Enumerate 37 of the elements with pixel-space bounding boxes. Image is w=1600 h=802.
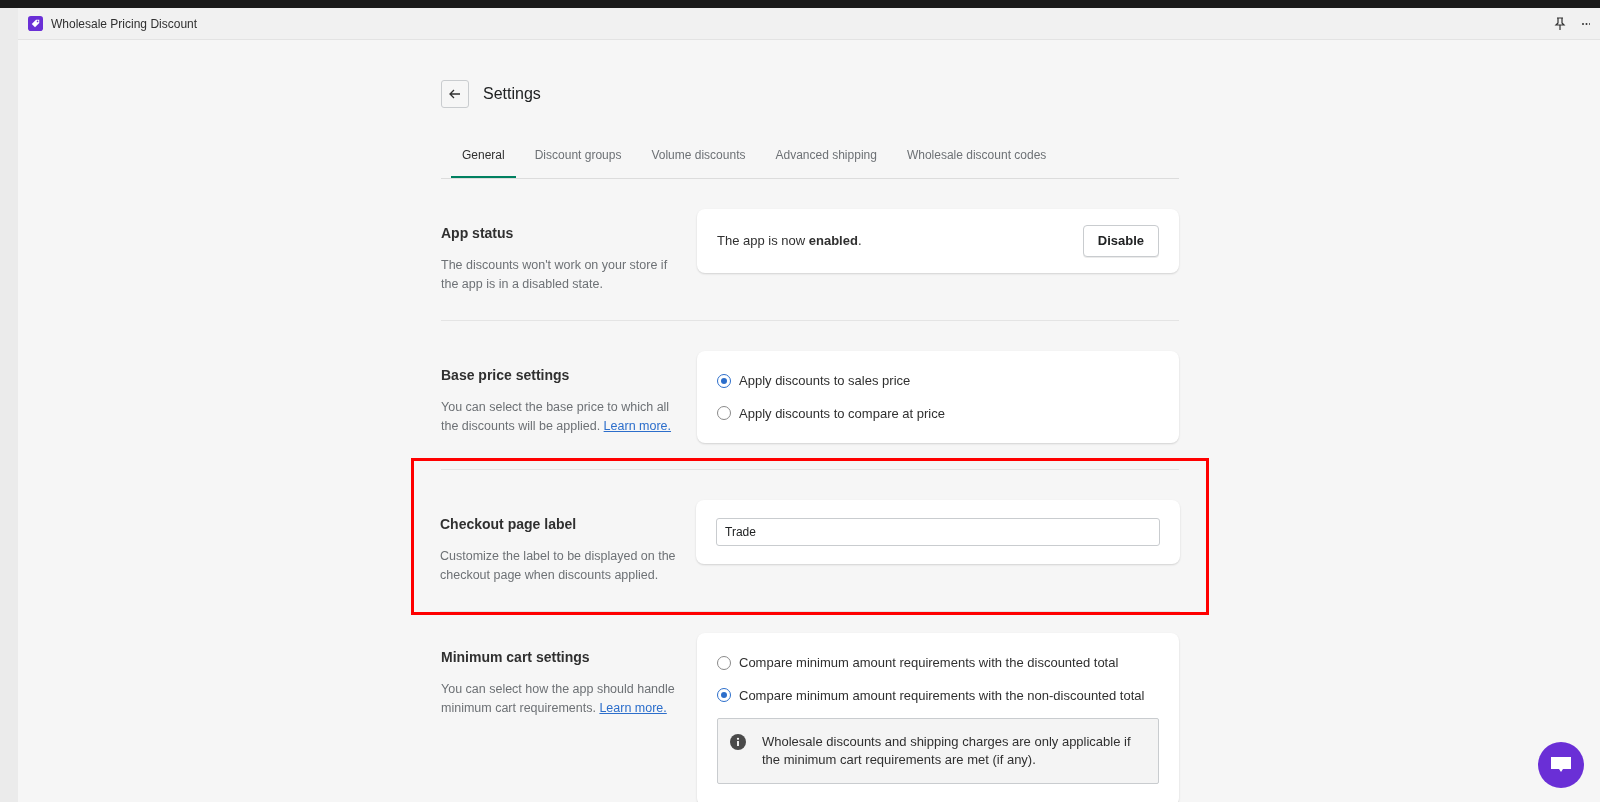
info-icon (730, 734, 746, 750)
section-description: You can select the base price to which all the discounts will be applied. Learn more. (441, 399, 672, 435)
app-title: Wholesale Pricing Discount (51, 15, 198, 33)
radio-button[interactable] (717, 373, 731, 388)
tag-logo-icon (28, 16, 43, 31)
radio-button[interactable] (717, 655, 731, 670)
info-text: Wholesale discounts and shipping charges are only applicable if the minimum cart requirements are met (if any). (762, 733, 1132, 769)
disable-button[interactable]: Disable (1082, 225, 1159, 257)
tab[interactable]: Advanced shipping (764, 140, 888, 178)
page-title: Settings (483, 84, 541, 104)
section-title: App status (441, 224, 515, 243)
learn-more-link[interactable]: Learn more. (603, 419, 671, 433)
learn-more-link[interactable]: Learn more. (599, 701, 667, 715)
section-title: Minimum cart settings (441, 648, 591, 667)
tab[interactable]: Discount groups (523, 140, 633, 178)
radio-button[interactable] (717, 688, 731, 703)
back-arrow-icon (449, 89, 461, 99)
radio-option[interactable]: Apply discounts to compare at price (717, 403, 1159, 423)
label-input-field[interactable]: Trade (716, 518, 1160, 546)
chat-bubble-icon (1550, 756, 1572, 774)
status-text: The app is now enabled. (717, 232, 862, 250)
radio-option[interactable]: Compare minimum amount requirements with the non-discounted total (717, 685, 1159, 705)
radio-button[interactable] (717, 406, 731, 421)
tab[interactable]: General (451, 140, 516, 178)
section-description: Customize the label to be displayed on the checkout page when discounts applied. (440, 548, 677, 584)
radio-option[interactable]: Compare minimum amount requirements with the discounted total (717, 653, 1159, 673)
more-icon[interactable] (1582, 21, 1590, 26)
section-title: Base price settings (441, 366, 571, 385)
section-title: Checkout page label (440, 515, 578, 534)
chat-button[interactable] (1538, 742, 1584, 788)
section-description: You can select how the app should handle minimum cart requirements. Learn more. (441, 681, 676, 717)
pin-icon[interactable] (1554, 16, 1566, 31)
back-button[interactable] (441, 80, 469, 108)
radio-option[interactable]: Apply discounts to sales price (717, 371, 1159, 391)
tab[interactable]: Wholesale discount codes (895, 140, 1058, 178)
section-description: The discounts won't work on your store if the app is in a disabled state. (441, 257, 669, 293)
tab[interactable]: Volume discounts (640, 140, 757, 178)
